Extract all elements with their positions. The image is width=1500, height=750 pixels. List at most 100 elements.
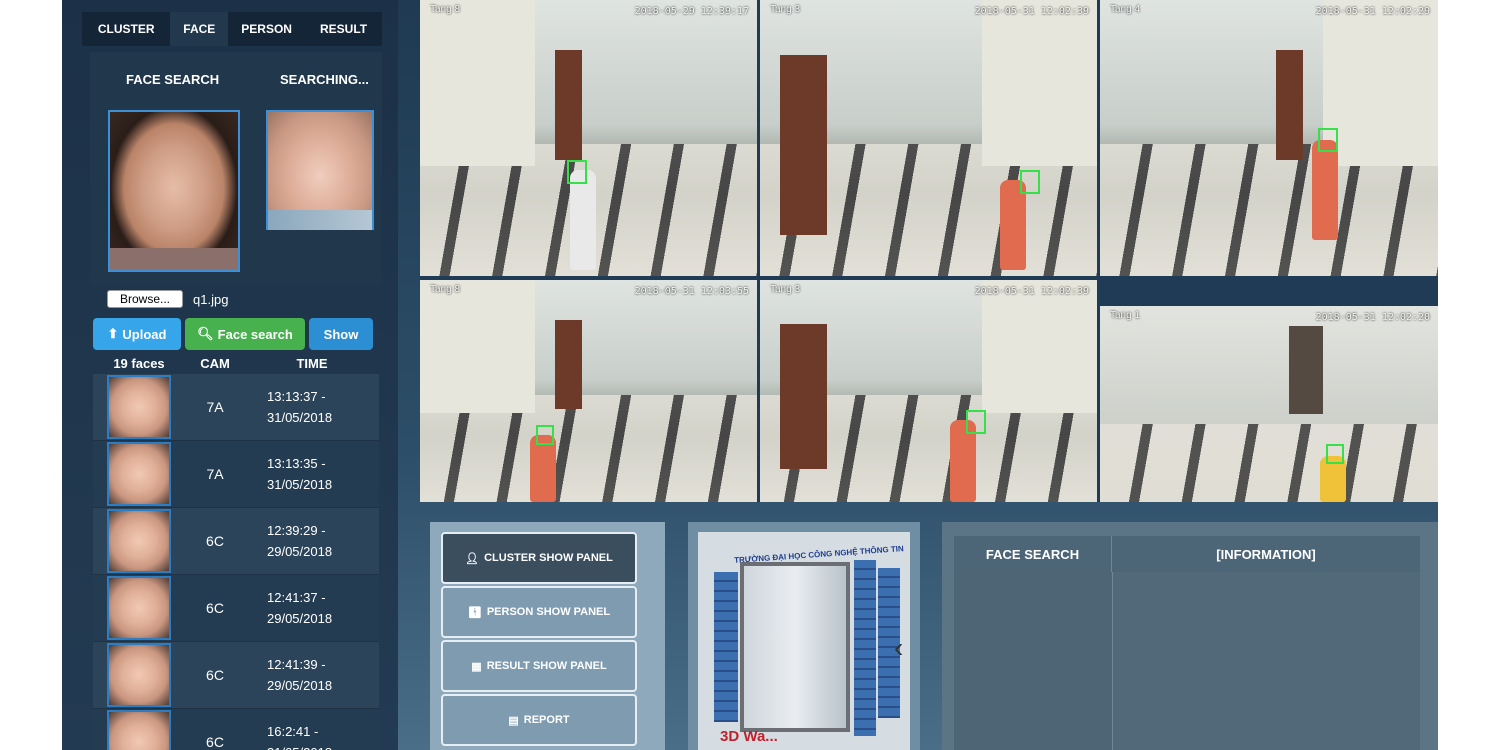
search-icon: 🔍︎ [197, 326, 214, 341]
info-col-face-search: FACE SEARCH [954, 536, 1112, 572]
camera-label: Tang 4 [1110, 4, 1141, 15]
cluster-show-panel-label: CLUSTER SHOW PANEL [484, 552, 613, 564]
table-row[interactable]: 7A 13:13:35 -31/05/2018 [93, 441, 379, 508]
row-time: 16:2:41 -31/05/2018 [267, 724, 332, 750]
camera-timestamp: 2018-05-31 12:02:20 [1315, 312, 1430, 323]
result-show-panel-label: RESULT SHOW PANEL [486, 660, 607, 672]
face-detection-box [536, 425, 554, 445]
building-3d-view[interactable]: TRƯỜNG ĐẠI HỌC CÔNG NGHỆ THÔNG TIN 3D Wa… [688, 522, 920, 750]
building-wing-left [714, 572, 738, 722]
person-show-panel-label: PERSON SHOW PANEL [486, 606, 611, 618]
show-label: Show [323, 326, 359, 342]
camera-timestamp: 2018-05-31 12:02:39 [974, 6, 1089, 17]
header-faces: 19 faces [113, 355, 165, 371]
result-show-panel-button[interactable]: ▦ RESULT SHOW PANEL [441, 640, 637, 692]
info-col-information: [INFORMATION] [1216, 546, 1316, 562]
camera-timestamp: 2018-05-29 12:39:17 [634, 6, 749, 17]
upload-button[interactable]: ⬆ Upload [93, 318, 181, 350]
camera-label: Tang 3 [770, 284, 801, 295]
row-cam: 7A [206, 466, 224, 482]
table-row[interactable]: 6C 12:41:39 -29/05/2018 [93, 642, 379, 709]
camera-timestamp: 2018-05-31 12:02:39 [974, 286, 1089, 297]
info-table-body [954, 572, 1420, 750]
face-thumbnail [107, 576, 171, 640]
camera-grid: Tang 8 2018-05-29 12:39:17 Tang 3 2018-0… [420, 0, 1438, 502]
face-search-header: FACE SEARCH SEARCHING... [90, 52, 382, 284]
tab-bar: CLUSTER FACE PERSON RESULT [82, 12, 382, 46]
face-thumbnail [107, 442, 171, 506]
user-icon: 👤︎ [465, 552, 480, 565]
row-cam: 6C [206, 734, 224, 750]
upload-label: Upload [122, 326, 167, 342]
camera-timestamp: 2018-05-31 12:03:55 [634, 286, 749, 297]
person-figure [1312, 140, 1338, 240]
building-render: TRƯỜNG ĐẠI HỌC CÔNG NGHỆ THÔNG TIN 3D Wa… [698, 532, 910, 750]
face-thumbnail [107, 375, 171, 439]
report-label: REPORT [523, 714, 570, 726]
building-wing-right [854, 560, 876, 736]
camera-feed[interactable]: Tang 4 2018-05-31 12:02:29 [1100, 0, 1438, 276]
upload-icon: ⬆ [107, 326, 119, 341]
chevron-left-icon[interactable]: ‹ [894, 632, 903, 664]
left-panel: CLUSTER FACE PERSON RESULT FACE SEARCH S… [62, 0, 398, 750]
tab-face[interactable]: FACE [170, 12, 229, 46]
action-buttons: ⬆ Upload 🔍︎ Face search Show [93, 318, 373, 350]
header-time: TIME [296, 355, 328, 371]
person-icon: 🚹︎ [467, 606, 482, 619]
table-row[interactable]: 6C 12:41:37 -29/05/2018 [93, 575, 379, 642]
app-logo: 3D Wa... [720, 728, 778, 745]
face-thumbnail [107, 643, 171, 707]
camera-feed[interactable]: Tang 3 2018-05-31 12:02:39 [760, 280, 1097, 502]
face-search-label: Face search [217, 326, 293, 342]
building-core [740, 562, 850, 732]
info-panel: FACE SEARCH [INFORMATION] [942, 522, 1438, 750]
face-detection-box [966, 410, 986, 434]
table-row[interactable]: 6C 12:39:29 -29/05/2018 [93, 508, 379, 575]
face-search-button[interactable]: 🔍︎ Face search [185, 318, 305, 350]
camera-label: Tang 3 [770, 4, 801, 15]
face-detection-box [1318, 128, 1338, 152]
face-detection-box [1326, 444, 1344, 464]
row-cam: 6C [206, 667, 224, 683]
table-row[interactable]: 6C 16:2:41 -31/05/2018 [93, 709, 379, 750]
report-icon: ▤ [508, 714, 519, 727]
camera-label: Tang 1 [1110, 310, 1141, 321]
query-face-image [108, 110, 240, 272]
results-table: 7A 13:13:37 -31/05/2018 7A 13:13:35 -31/… [93, 374, 379, 750]
searching-progress-strip [266, 210, 374, 230]
camera-label: Tang 8 [430, 284, 461, 295]
results-table-header: 19 faces CAM TIME [93, 352, 379, 374]
camera-timestamp: 2018-05-31 12:02:29 [1315, 6, 1430, 17]
person-show-panel-button[interactable]: 🚹︎ PERSON SHOW PANEL [441, 586, 637, 638]
face-detection-box [567, 160, 587, 184]
face-detection-box [1020, 170, 1040, 194]
browse-button[interactable]: Browse... [107, 290, 184, 308]
camera-feed[interactable]: Tang 8 2018-05-31 12:03:55 [420, 280, 757, 502]
row-cam: 6C [206, 600, 224, 616]
file-picker: Browse... q1.jpg [107, 290, 377, 308]
person-figure [530, 435, 556, 502]
face-thumbnail [107, 509, 171, 573]
header-cam: CAM [200, 355, 230, 371]
face-thumbnail [107, 710, 171, 750]
show-button[interactable]: Show [309, 318, 373, 350]
face-search-title: FACE SEARCH [126, 72, 220, 87]
row-cam: 6C [206, 533, 224, 549]
info-table-header: FACE SEARCH [INFORMATION] [954, 536, 1420, 572]
tab-cluster[interactable]: CLUSTER [82, 12, 170, 46]
row-time: 12:41:37 -29/05/2018 [267, 590, 333, 626]
cluster-show-panel-button[interactable]: 👤︎ CLUSTER SHOW PANEL [441, 532, 637, 584]
table-row[interactable]: 7A 13:13:37 -31/05/2018 [93, 374, 379, 441]
camera-feed[interactable]: Tang 8 2018-05-29 12:39:17 [420, 0, 757, 276]
row-cam: 7A [206, 399, 224, 415]
app-window: CLUSTER FACE PERSON RESULT FACE SEARCH S… [62, 0, 1438, 750]
tab-result[interactable]: RESULT [305, 12, 382, 46]
camera-feed[interactable]: Tang 3 2018-05-31 12:02:39 [760, 0, 1097, 276]
row-time: 13:13:37 -31/05/2018 [267, 389, 333, 425]
camera-feed[interactable]: Tang 1 2018-05-31 12:02:20 [1100, 280, 1438, 502]
file-name: q1.jpg [193, 291, 229, 307]
tab-person[interactable]: PERSON [228, 12, 305, 46]
row-time: 12:41:39 -29/05/2018 [267, 657, 333, 693]
row-time: 12:39:29 -29/05/2018 [267, 523, 333, 559]
report-button[interactable]: ▤ REPORT [441, 694, 637, 746]
